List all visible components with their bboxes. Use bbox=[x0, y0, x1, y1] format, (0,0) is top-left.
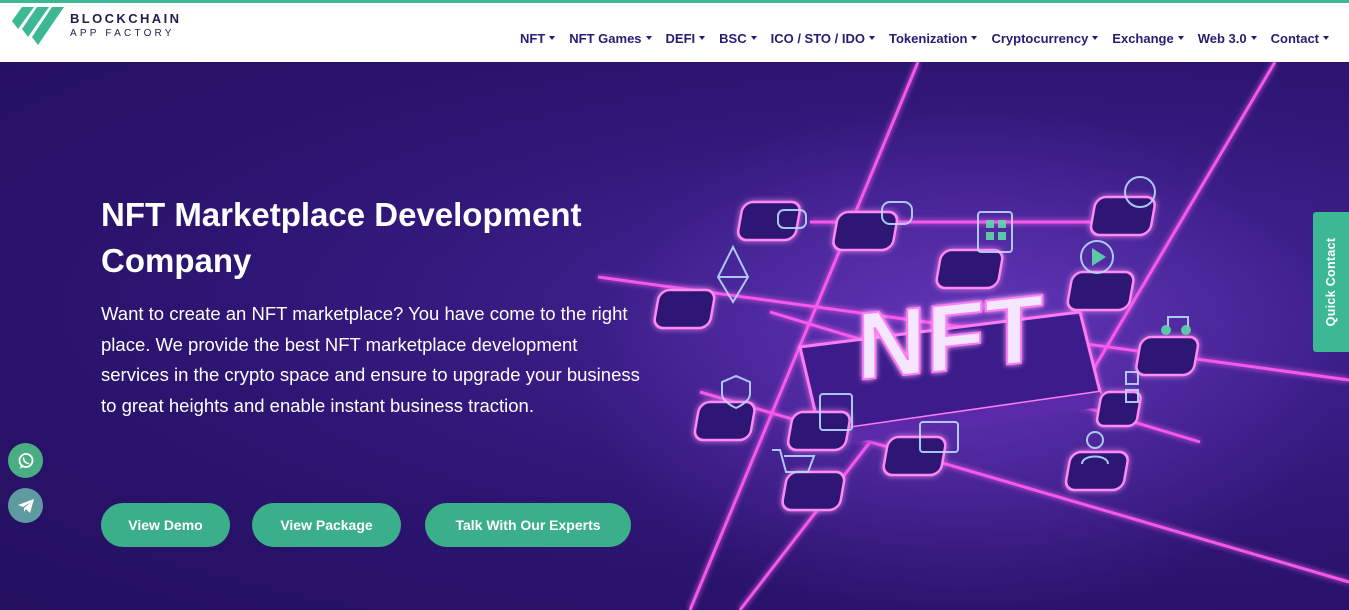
hero-section: NFT NFT Marketplace Development Company … bbox=[0, 62, 1349, 610]
nav-item-web3[interactable]: Web 3.0 bbox=[1198, 31, 1257, 46]
hero-title: NFT Marketplace Development Company bbox=[101, 196, 582, 279]
whatsapp-icon bbox=[18, 452, 33, 469]
nft-art-text: NFT bbox=[857, 275, 1044, 401]
telegram-icon bbox=[17, 498, 34, 513]
nav-item-ico-sto-ido[interactable]: ICO / STO / IDO bbox=[771, 31, 875, 46]
nav-item-nft-games[interactable]: NFT Games bbox=[569, 30, 652, 46]
nav-item-exchange[interactable]: Exchange bbox=[1112, 30, 1184, 46]
nav-item-cryptocurrency[interactable]: Cryptocurrency bbox=[991, 30, 1099, 46]
nav-label: NFT Games bbox=[569, 30, 642, 46]
nav-item-contact[interactable]: Contact bbox=[1271, 31, 1329, 46]
logo-text-secondary: APP FACTORY bbox=[70, 28, 175, 39]
site-header: BLOCKCHAIN APP FACTORY NFT NFT Games DEF… bbox=[0, 3, 1349, 62]
quick-contact-label: Quick Contact bbox=[1324, 237, 1338, 327]
nav-label: Contact bbox=[1270, 30, 1319, 46]
nav-label: NFT bbox=[520, 30, 546, 46]
nav-label: DEFI bbox=[665, 30, 696, 46]
caret-down-icon bbox=[1323, 36, 1329, 40]
caret-down-icon bbox=[1177, 36, 1184, 40]
view-demo-button[interactable]: View Demo bbox=[101, 503, 230, 547]
caret-down-icon bbox=[1250, 36, 1257, 40]
caret-down-icon bbox=[699, 36, 706, 40]
whatsapp-button[interactable] bbox=[8, 443, 43, 478]
logo-mark-icon bbox=[12, 7, 64, 45]
caret-down-icon bbox=[645, 36, 652, 40]
view-package-button[interactable]: View Package bbox=[252, 503, 401, 547]
brand-logo[interactable]: BLOCKCHAIN APP FACTORY bbox=[12, 7, 192, 47]
telegram-button[interactable] bbox=[8, 488, 43, 523]
caret-down-icon bbox=[750, 36, 757, 40]
nav-label: Web 3.0 bbox=[1197, 30, 1247, 46]
hero-description: Want to create an NFT marketplace? You h… bbox=[101, 303, 640, 416]
nav-label: Exchange bbox=[1112, 30, 1174, 46]
quick-contact-tab[interactable]: Quick Contact bbox=[1313, 212, 1349, 352]
caret-down-icon bbox=[971, 36, 978, 40]
logo-text-primary: BLOCKCHAIN bbox=[70, 11, 182, 26]
nav-label: ICO / STO / IDO bbox=[770, 30, 865, 46]
nav-label: Tokenization bbox=[889, 30, 968, 46]
caret-down-icon bbox=[549, 36, 556, 40]
nav-label: Cryptocurrency bbox=[991, 30, 1089, 46]
nav-item-defi[interactable]: DEFI bbox=[666, 31, 706, 46]
nav-label: BSC bbox=[719, 30, 747, 46]
nav-item-tokenization[interactable]: Tokenization bbox=[889, 30, 978, 46]
main-nav: NFT NFT Games DEFI BSC ICO / STO / IDO T… bbox=[506, 28, 1329, 48]
caret-down-icon bbox=[869, 36, 875, 40]
nav-item-nft[interactable]: NFT bbox=[520, 30, 556, 46]
nav-item-bsc[interactable]: BSC bbox=[719, 30, 757, 46]
talk-with-experts-button[interactable]: Talk With Our Experts bbox=[425, 503, 631, 547]
caret-down-icon bbox=[1092, 36, 1099, 40]
